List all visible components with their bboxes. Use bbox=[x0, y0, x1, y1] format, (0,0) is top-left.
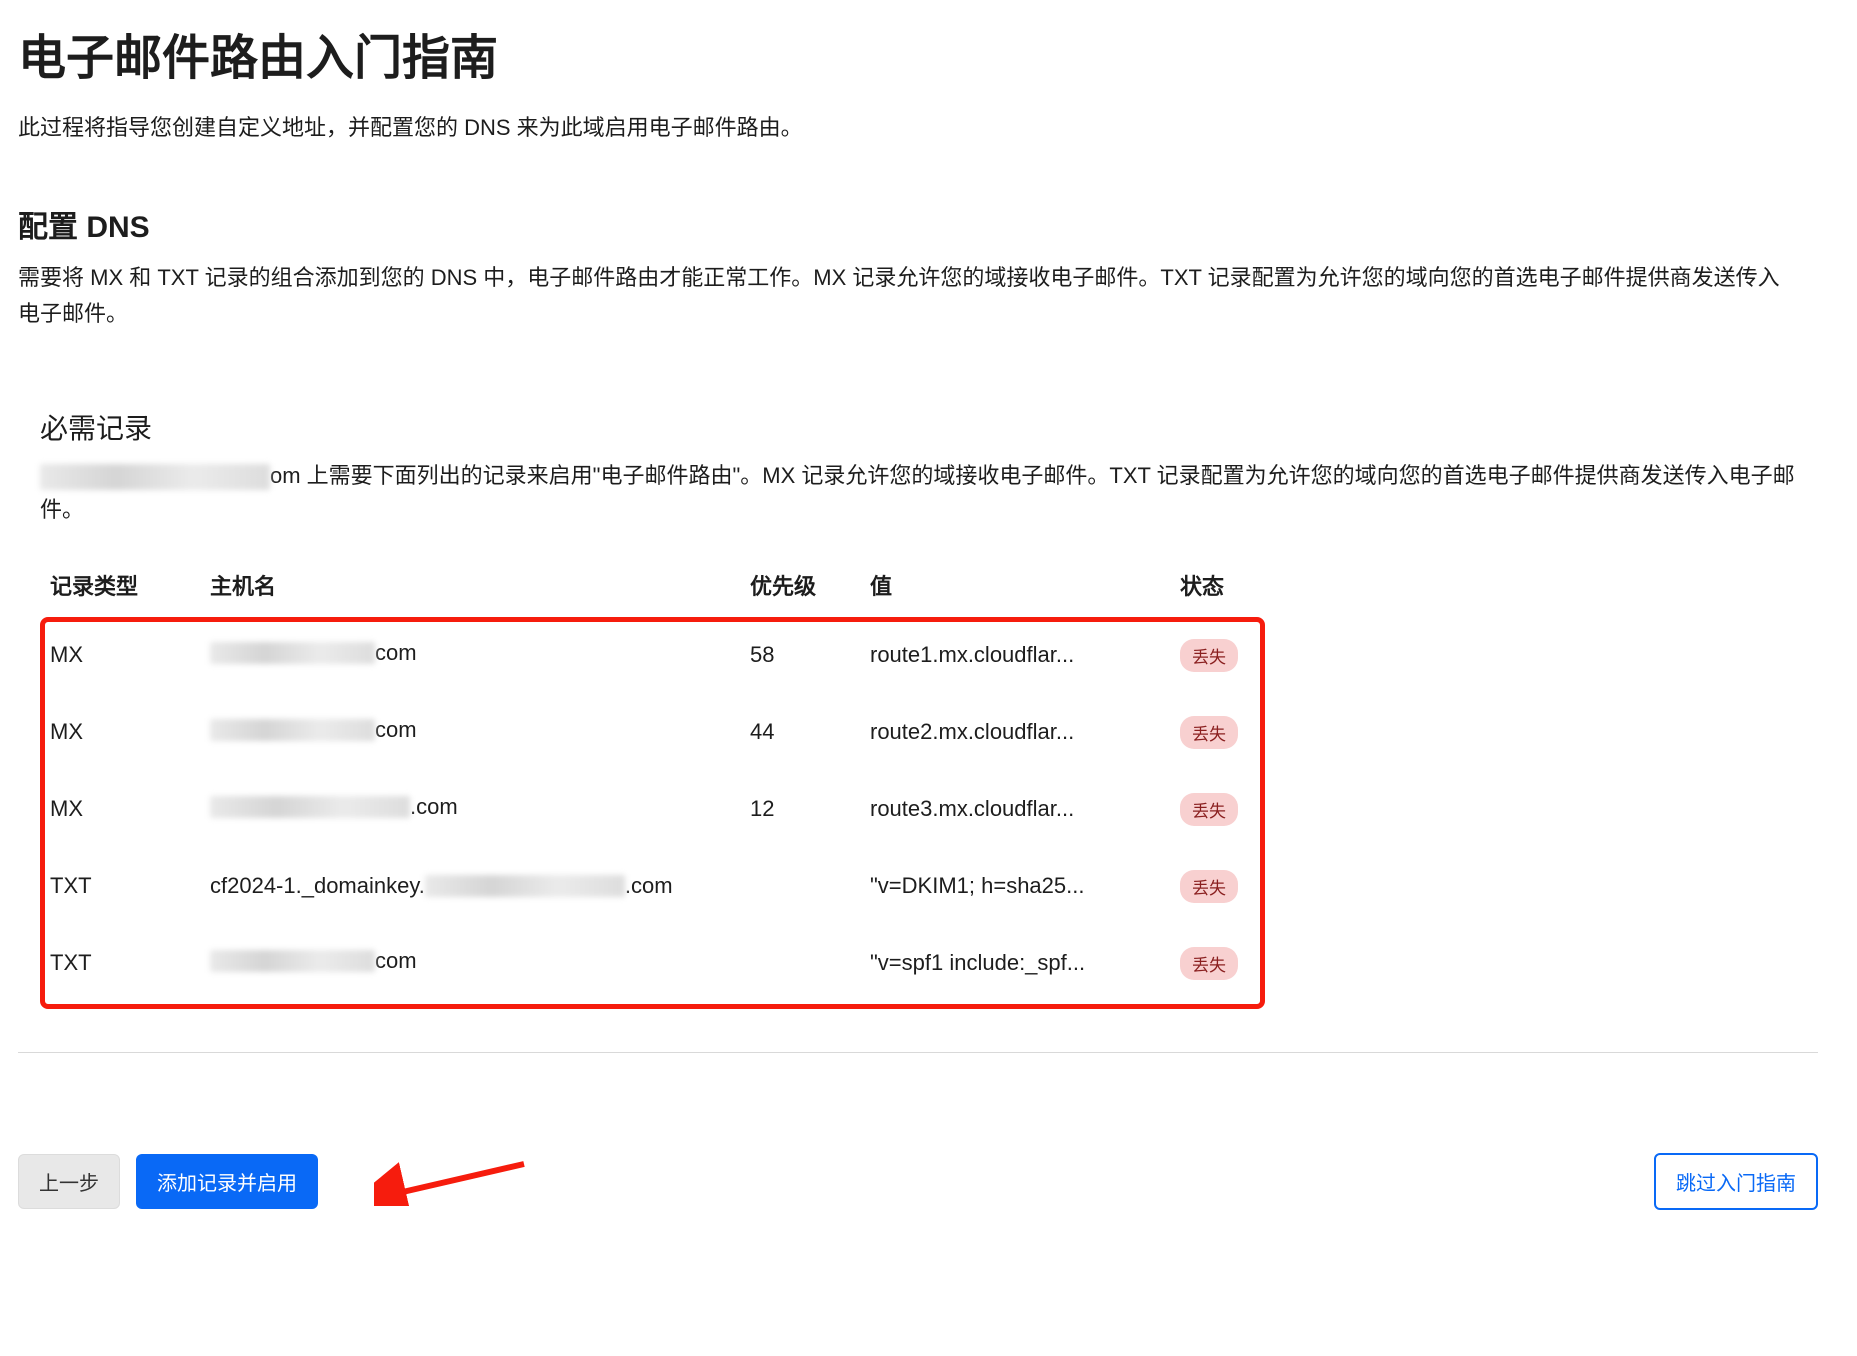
cell-priority bbox=[740, 925, 860, 1002]
host-prefix: cf2024-1._domainkey. bbox=[210, 873, 425, 899]
table-row: MX .com 12 route3.mx.cloudflar... 丢失 bbox=[40, 771, 1270, 848]
arrow-annotation-icon bbox=[374, 1156, 534, 1206]
dns-records-table: 记录类型 主机名 优先级 值 状态 bbox=[40, 559, 1270, 617]
host-suffix: .com bbox=[410, 794, 458, 820]
cell-priority: 58 bbox=[740, 617, 860, 694]
cell-value: "v=spf1 include:_spf... bbox=[860, 925, 1170, 1002]
status-badge: 丢失 bbox=[1180, 947, 1238, 980]
table-row: MX com 58 route1.mx.cloudflar... 丢失 bbox=[40, 617, 1270, 694]
cell-type: MX bbox=[40, 771, 200, 848]
cell-status: 丢失 bbox=[1170, 771, 1270, 848]
cell-value: route1.mx.cloudflar... bbox=[860, 617, 1170, 694]
cell-priority bbox=[740, 848, 860, 925]
col-header-value: 值 bbox=[860, 559, 1170, 617]
back-button[interactable]: 上一步 bbox=[18, 1154, 120, 1209]
status-badge: 丢失 bbox=[1180, 793, 1238, 826]
redacted-host bbox=[210, 719, 375, 741]
redacted-host bbox=[210, 642, 375, 664]
add-records-enable-button[interactable]: 添加记录并启用 bbox=[136, 1154, 318, 1209]
status-badge: 丢失 bbox=[1180, 639, 1238, 672]
col-header-status: 状态 bbox=[1170, 559, 1270, 617]
redacted-host bbox=[210, 950, 375, 972]
footer-divider bbox=[18, 1052, 1818, 1053]
redacted-host bbox=[425, 875, 625, 897]
cell-value: "v=DKIM1; h=sha25... bbox=[860, 848, 1170, 925]
redacted-domain bbox=[40, 464, 270, 490]
cell-status: 丢失 bbox=[1170, 617, 1270, 694]
required-records-card: 必需记录 om 上需要下面列出的记录来启用"电子邮件路由"。MX 记录允许您的域… bbox=[18, 393, 1839, 1002]
dns-section-description: 需要将 MX 和 TXT 记录的组合添加到您的 DNS 中，电子邮件路由才能正常… bbox=[18, 260, 1798, 333]
host-suffix: com bbox=[375, 717, 417, 743]
cell-host: com bbox=[200, 617, 740, 694]
host-suffix: com bbox=[375, 948, 417, 974]
records-intro-text: om 上需要下面列出的记录来启用"电子邮件路由"。MX 记录允许您的域接收电子邮… bbox=[40, 463, 1795, 522]
table-row: TXT com "v=spf1 include:_spf... 丢失 bbox=[40, 925, 1270, 1002]
cell-priority: 12 bbox=[740, 771, 860, 848]
table-row: TXT cf2024-1._domainkey. .com "v=DKIM1; h… bbox=[40, 848, 1270, 925]
cell-status: 丢失 bbox=[1170, 925, 1270, 1002]
cell-host: cf2024-1._domainkey. .com bbox=[200, 848, 740, 925]
host-suffix: com bbox=[375, 640, 417, 666]
cell-host: com bbox=[200, 925, 740, 1002]
col-header-priority: 优先级 bbox=[740, 559, 860, 617]
records-card-heading: 必需记录 bbox=[40, 407, 1817, 447]
cell-value: route3.mx.cloudflar... bbox=[860, 771, 1170, 848]
redacted-host bbox=[210, 796, 410, 818]
records-card-intro: om 上需要下面列出的记录来启用"电子邮件路由"。MX 记录允许您的域接收电子邮… bbox=[40, 459, 1817, 527]
cell-type: TXT bbox=[40, 925, 200, 1002]
status-badge: 丢失 bbox=[1180, 716, 1238, 749]
col-header-host: 主机名 bbox=[200, 559, 740, 617]
status-badge: 丢失 bbox=[1180, 870, 1238, 903]
dns-section-heading: 配置 DNS bbox=[18, 202, 1839, 246]
footer: 上一步 添加记录并启用 跳过入门指南 bbox=[18, 1153, 1818, 1210]
host-suffix: .com bbox=[625, 873, 673, 899]
dns-records-tbody: MX com 58 route1.mx.cloudflar... 丢失 MX c… bbox=[40, 617, 1270, 1002]
table-row: MX com 44 route2.mx.cloudflar... 丢失 bbox=[40, 694, 1270, 771]
cell-priority: 44 bbox=[740, 694, 860, 771]
cell-status: 丢失 bbox=[1170, 848, 1270, 925]
page-title: 电子邮件路由入门指南 bbox=[18, 18, 1839, 88]
cell-host: .com bbox=[200, 771, 740, 848]
cell-host: com bbox=[200, 694, 740, 771]
cell-value: route2.mx.cloudflar... bbox=[860, 694, 1170, 771]
cell-status: 丢失 bbox=[1170, 694, 1270, 771]
cell-type: MX bbox=[40, 694, 200, 771]
page-description: 此过程将指导您创建自定义地址，并配置您的 DNS 来为此域启用电子邮件路由。 bbox=[18, 110, 1839, 142]
col-header-type: 记录类型 bbox=[40, 559, 200, 617]
skip-guide-button[interactable]: 跳过入门指南 bbox=[1654, 1153, 1818, 1210]
cell-type: TXT bbox=[40, 848, 200, 925]
cell-type: MX bbox=[40, 617, 200, 694]
